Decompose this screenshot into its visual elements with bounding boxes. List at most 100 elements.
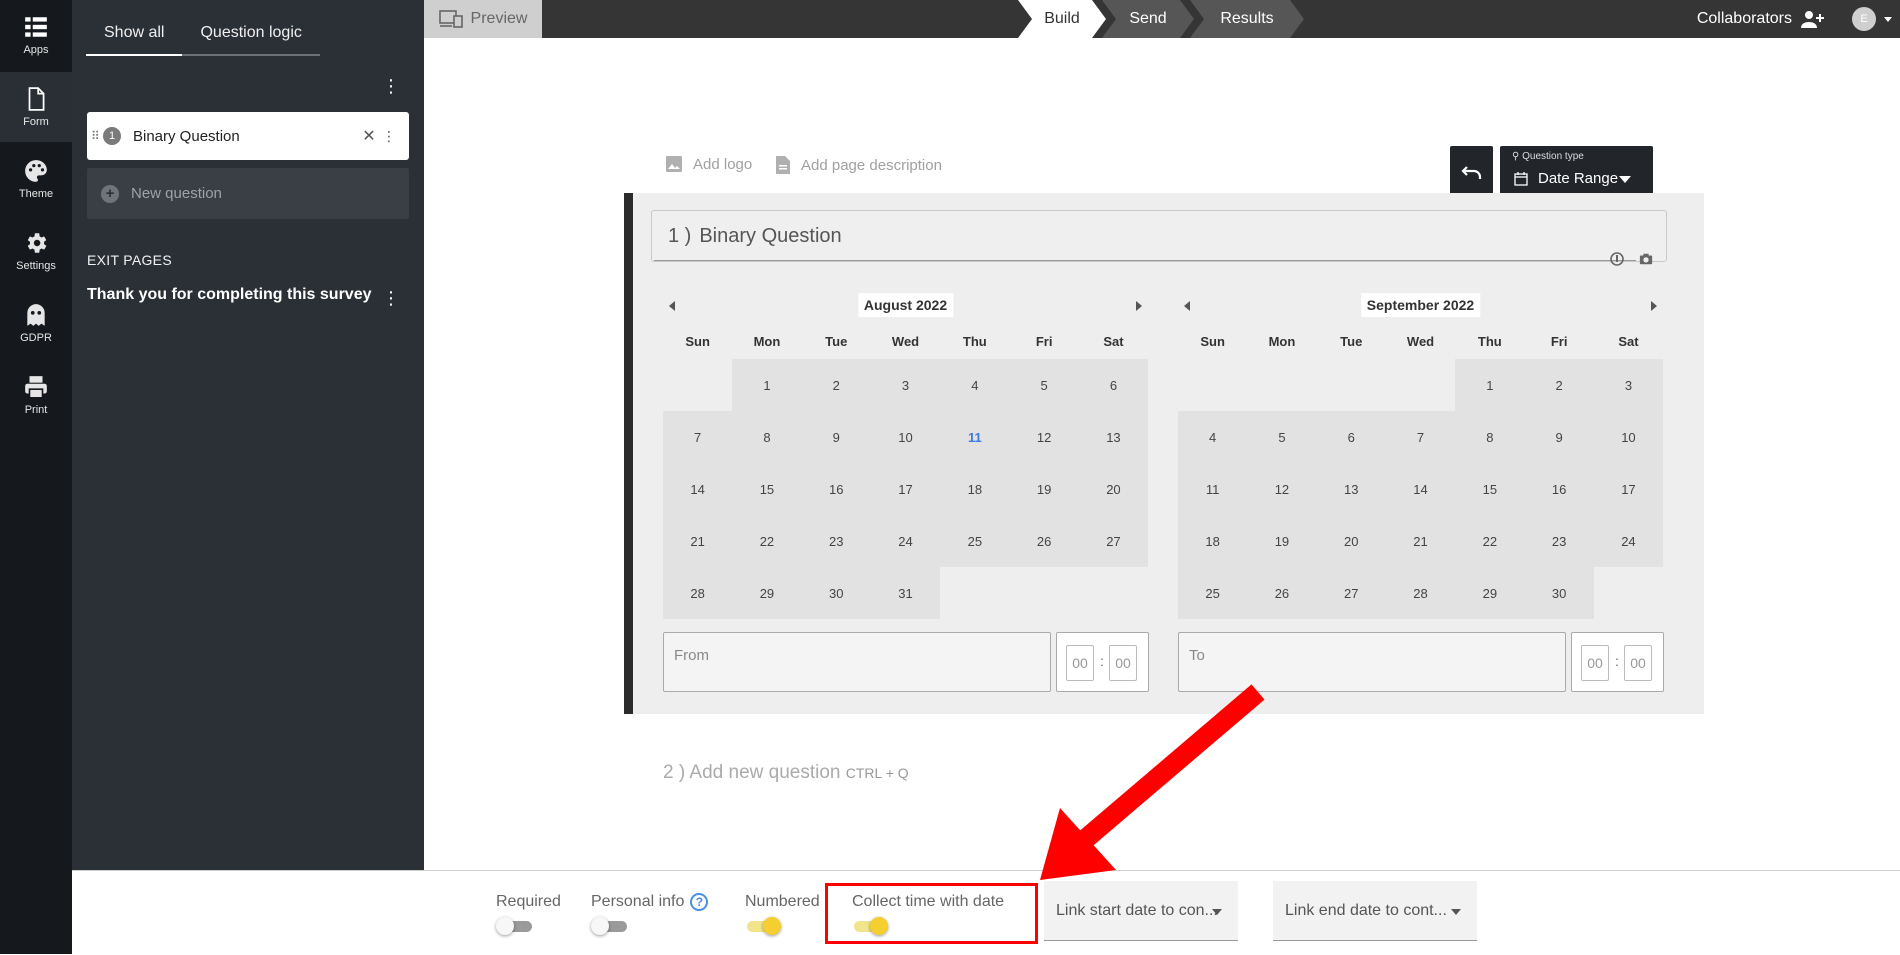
calendar-day[interactable]: 24 bbox=[870, 515, 941, 567]
required-toggle[interactable] bbox=[496, 917, 532, 935]
calendar-day[interactable]: 29 bbox=[732, 567, 802, 619]
numbered-toggle[interactable] bbox=[745, 917, 781, 935]
calendar-day[interactable]: 13 bbox=[1316, 463, 1386, 515]
calendar-day[interactable]: 10 bbox=[870, 411, 941, 463]
link-end-date-dropdown[interactable]: Link end date to cont... bbox=[1273, 881, 1477, 941]
calendar-day[interactable]: 14 bbox=[663, 463, 733, 515]
calendar-day[interactable]: 2 bbox=[801, 359, 871, 411]
calendar-day[interactable]: 29 bbox=[1455, 567, 1525, 619]
calendar-day[interactable]: 1 bbox=[732, 359, 802, 411]
step-send[interactable]: Send bbox=[1102, 0, 1194, 38]
calendar-day[interactable]: 15 bbox=[1455, 463, 1525, 515]
calendar-day[interactable]: 2 bbox=[1524, 359, 1594, 411]
close-icon[interactable]: ✕ bbox=[359, 126, 379, 146]
exit-page-more-icon[interactable]: ⋮ bbox=[381, 288, 401, 308]
calendar-day[interactable]: 27 bbox=[1078, 515, 1149, 567]
calendar-day[interactable]: 20 bbox=[1316, 515, 1386, 567]
calendar-day[interactable]: 24 bbox=[1593, 515, 1664, 567]
drag-handle-icon[interactable]: ⠿ bbox=[91, 129, 101, 143]
new-question-button[interactable]: + New question bbox=[87, 168, 409, 219]
calendar-day[interactable]: 25 bbox=[1178, 567, 1248, 619]
end-hour-input[interactable]: 00 bbox=[1581, 645, 1609, 681]
calendar-day[interactable]: 25 bbox=[940, 515, 1010, 567]
rail-item-settings[interactable]: Settings bbox=[0, 216, 72, 286]
add-new-question-link[interactable]: 2 ) Add new question CTRL + Q bbox=[663, 762, 909, 784]
camera-icon[interactable] bbox=[1639, 252, 1653, 266]
calendar-day[interactable]: 8 bbox=[1455, 411, 1525, 463]
calendar-day[interactable]: 17 bbox=[1593, 463, 1664, 515]
calendar-day[interactable]: 23 bbox=[1524, 515, 1594, 567]
rail-item-form[interactable]: Form bbox=[0, 72, 72, 142]
avatar[interactable]: E bbox=[1852, 7, 1876, 31]
next-month-icon[interactable] bbox=[1136, 301, 1142, 311]
calendar-day[interactable]: 7 bbox=[1385, 411, 1456, 463]
add-page-description-link[interactable]: Add page description bbox=[775, 155, 942, 175]
question-title-field[interactable]: 1 ) Binary Question bbox=[651, 210, 1667, 262]
calendar-day[interactable]: 19 bbox=[1247, 515, 1317, 567]
calendar-day[interactable]: 3 bbox=[870, 359, 941, 411]
calendar-day[interactable]: 18 bbox=[940, 463, 1010, 515]
prev-month-icon[interactable] bbox=[669, 301, 675, 311]
link-start-date-dropdown[interactable]: Link start date to con... bbox=[1044, 881, 1238, 941]
calendar-day[interactable]: 1 bbox=[1455, 359, 1525, 411]
calendar-day[interactable]: 31 bbox=[870, 567, 941, 619]
calendar-day[interactable]: 4 bbox=[940, 359, 1010, 411]
personal-info-toggle[interactable] bbox=[591, 917, 627, 935]
calendar-day[interactable]: 16 bbox=[1524, 463, 1594, 515]
calendar-day[interactable]: 22 bbox=[1455, 515, 1525, 567]
calendar-day[interactable]: 30 bbox=[1524, 567, 1594, 619]
tab-question-logic[interactable]: Question logic bbox=[182, 18, 320, 56]
step-build[interactable]: Build bbox=[1018, 0, 1106, 38]
calendar-day[interactable]: 5 bbox=[1247, 411, 1317, 463]
tab-show-all[interactable]: Show all bbox=[86, 18, 183, 56]
calendar-day[interactable]: 8 bbox=[732, 411, 802, 463]
add-logo-link[interactable]: Add logo bbox=[665, 155, 752, 173]
exit-page-item[interactable]: Thank you for completing this survey bbox=[87, 286, 372, 304]
preview-button[interactable]: Preview bbox=[424, 0, 542, 38]
step-results[interactable]: Results bbox=[1190, 0, 1304, 38]
calendar-day[interactable]: 12 bbox=[1009, 411, 1079, 463]
calendar-day-today[interactable]: 11 bbox=[940, 411, 1010, 463]
undo-button[interactable] bbox=[1450, 146, 1493, 199]
calendar-day[interactable]: 21 bbox=[1385, 515, 1456, 567]
calendar-day[interactable]: 20 bbox=[1078, 463, 1149, 515]
prev-month-icon[interactable] bbox=[1184, 301, 1190, 311]
end-date-input[interactable]: To bbox=[1178, 632, 1566, 692]
calendar-day[interactable]: 22 bbox=[732, 515, 802, 567]
calendar-day[interactable]: 27 bbox=[1316, 567, 1386, 619]
calendar-day[interactable]: 26 bbox=[1247, 567, 1317, 619]
calendar-day[interactable]: 16 bbox=[801, 463, 871, 515]
start-minute-input[interactable]: 00 bbox=[1109, 645, 1137, 681]
calendar-day[interactable]: 14 bbox=[1385, 463, 1456, 515]
calendar-day[interactable]: 30 bbox=[801, 567, 871, 619]
calendar-day[interactable]: 19 bbox=[1009, 463, 1079, 515]
calendar-day[interactable]: 28 bbox=[663, 567, 733, 619]
calendar-day[interactable]: 12 bbox=[1247, 463, 1317, 515]
calendar-day[interactable]: 7 bbox=[663, 411, 733, 463]
start-date-input[interactable]: From bbox=[663, 632, 1051, 692]
question-more-icon[interactable]: ⋮ bbox=[379, 128, 399, 145]
panel-more-icon[interactable]: ⋮ bbox=[381, 76, 401, 96]
calendar-day[interactable]: 21 bbox=[663, 515, 733, 567]
help-icon[interactable]: ? bbox=[690, 893, 709, 911]
collaborators-button[interactable]: Collaborators bbox=[1697, 0, 1826, 38]
calendar-day[interactable]: 10 bbox=[1593, 411, 1664, 463]
calendar-day[interactable]: 9 bbox=[801, 411, 871, 463]
calendar-day[interactable]: 13 bbox=[1078, 411, 1149, 463]
calendar-day[interactable]: 9 bbox=[1524, 411, 1594, 463]
question-card[interactable]: ⠿ 1 Binary Question ✕ ⋮ bbox=[87, 112, 409, 160]
calendar-day[interactable]: 18 bbox=[1178, 515, 1248, 567]
calendar-day[interactable]: 5 bbox=[1009, 359, 1079, 411]
calendar-day[interactable]: 6 bbox=[1078, 359, 1149, 411]
start-hour-input[interactable]: 00 bbox=[1066, 645, 1094, 681]
collect-time-toggle[interactable] bbox=[852, 917, 888, 935]
calendar-day[interactable]: 23 bbox=[801, 515, 871, 567]
calendar-day[interactable]: 6 bbox=[1316, 411, 1386, 463]
info-icon[interactable] bbox=[1610, 252, 1624, 266]
calendar-day[interactable]: 4 bbox=[1178, 411, 1248, 463]
calendar-day[interactable]: 11 bbox=[1178, 463, 1248, 515]
rail-item-gdpr[interactable]: GDPR bbox=[0, 288, 72, 358]
calendar-day[interactable]: 3 bbox=[1593, 359, 1664, 411]
calendar-day[interactable]: 17 bbox=[870, 463, 941, 515]
rail-item-print[interactable]: Print bbox=[0, 360, 72, 430]
